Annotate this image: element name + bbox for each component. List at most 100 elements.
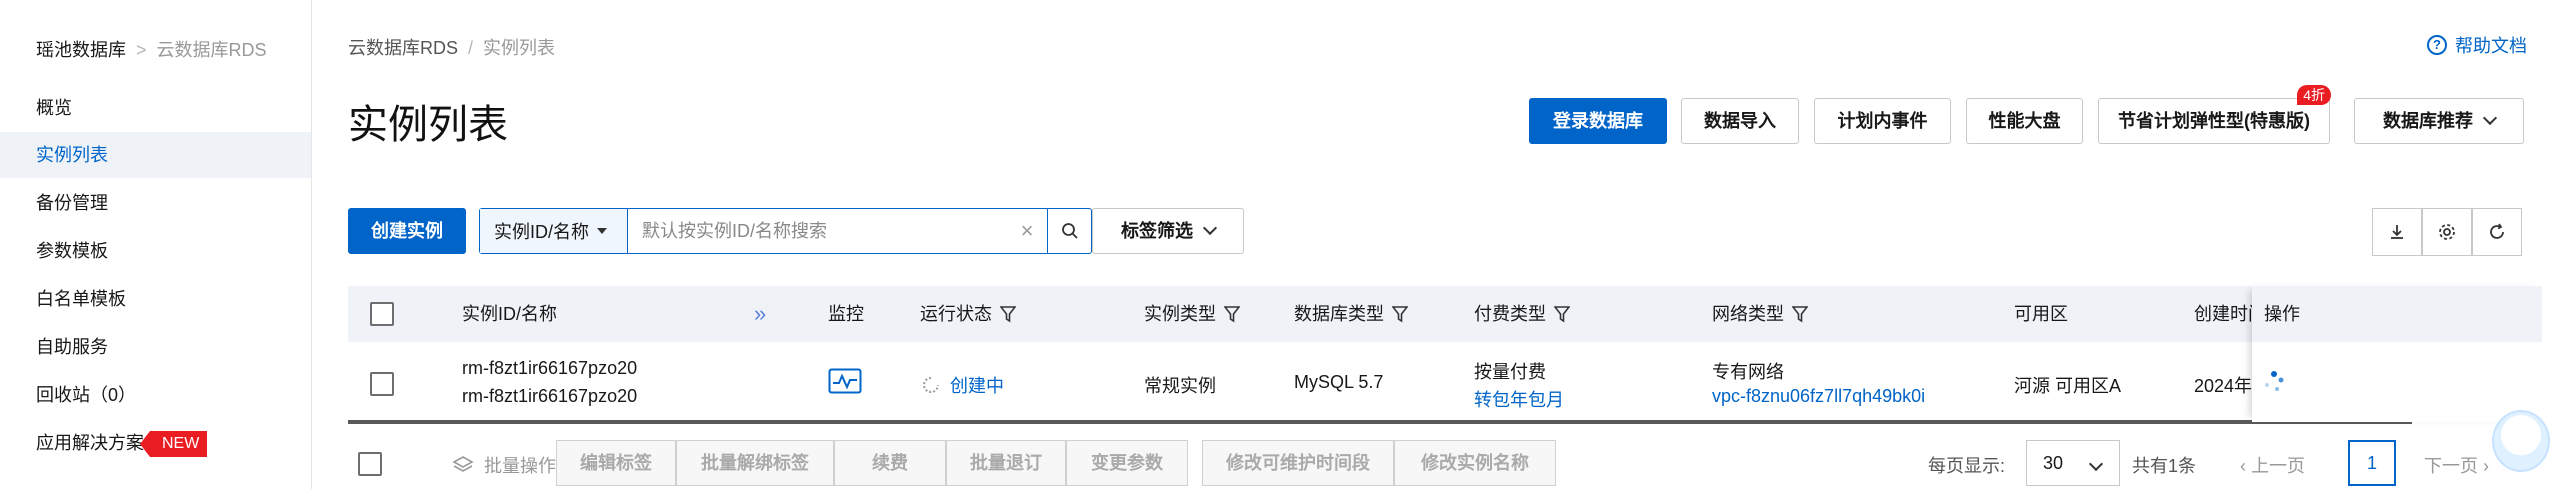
- help-docs-link[interactable]: ? 帮助文档: [2427, 32, 2527, 58]
- batch-operations: 批量操作:: [452, 452, 561, 478]
- assistant-avatar-icon[interactable]: [2492, 410, 2550, 472]
- batch-label: 批量操作:: [484, 456, 562, 476]
- loading-spinner-icon: [923, 377, 939, 393]
- breadcrumb-separator: >: [136, 40, 147, 60]
- layers-icon: [452, 456, 474, 472]
- discount-badge: 4折: [2297, 85, 2331, 105]
- filter-icon: [1554, 306, 1570, 323]
- db-recommend-label: 数据库推荐: [2383, 111, 2473, 131]
- column-network-type[interactable]: 网络类型: [1712, 286, 1808, 342]
- status-text[interactable]: 创建中: [950, 372, 1004, 398]
- column-db-type[interactable]: 数据库类型: [1294, 286, 1408, 342]
- chevron-right-icon: ›: [2478, 456, 2489, 476]
- clear-icon[interactable]: ×: [1007, 209, 1047, 253]
- refresh-button[interactable]: [2472, 208, 2522, 256]
- sidebar-item-param-templates[interactable]: 参数模板: [0, 228, 311, 274]
- operations-column: 操作: [2252, 286, 2542, 422]
- instance-id[interactable]: rm-f8zt1ir66167pzo20: [462, 358, 637, 379]
- savings-plan-button[interactable]: 节省计划弹性型(特惠版) 4折: [2098, 85, 2331, 144]
- column-instance: 实例ID/名称: [462, 304, 558, 324]
- column-db-type-label: 数据库类型: [1294, 304, 1384, 324]
- column-instance-type-label: 实例类型: [1144, 304, 1216, 324]
- instance-type: 常规实例: [1144, 376, 1216, 396]
- sidebar-item-overview[interactable]: 概览: [0, 85, 311, 131]
- page-title: 实例列表: [348, 103, 508, 147]
- select-all-checkbox[interactable]: [370, 302, 394, 326]
- prev-page-button[interactable]: ‹ 上一页: [2240, 452, 2305, 478]
- batch-unbind-tags-button[interactable]: 批量解绑标签: [676, 440, 834, 486]
- sidebar-item-backup[interactable]: 备份管理: [0, 180, 311, 226]
- horizontal-scrollbar[interactable]: [348, 420, 2412, 424]
- settings-button[interactable]: [2422, 208, 2472, 256]
- download-icon: [2391, 225, 2403, 239]
- search-button[interactable]: [1047, 209, 1091, 253]
- row-checkbox[interactable]: [370, 372, 394, 396]
- sidebar: 瑶池数据库 > 云数据库RDS 概览 实例列表 备份管理 参数模板 白名单模板 自助…: [0, 0, 312, 489]
- sidebar-item-whitelist-templates[interactable]: 白名单模板: [0, 276, 311, 322]
- sidebar-item-self-service[interactable]: 自助服务: [0, 324, 311, 370]
- sidebar-item-label: 回收站（0）: [36, 385, 137, 405]
- search-group: 实例ID/名称 ×: [479, 208, 1092, 254]
- page-size-value: 30: [2043, 453, 2064, 473]
- sidebar-item-label: 应用解决方案: [36, 433, 144, 453]
- monitor-icon: [828, 368, 862, 394]
- convert-subscription-link[interactable]: 转包年包月: [1474, 386, 1564, 412]
- tag-filter-dropdown[interactable]: 标签筛选: [1092, 208, 1244, 254]
- edit-tags-button[interactable]: 编辑标签: [556, 440, 676, 486]
- sidebar-item-solutions[interactable]: 应用解决方案 NEW: [0, 420, 311, 466]
- page-size-select[interactable]: 30: [2026, 440, 2120, 486]
- sidebar-breadcrumb-root[interactable]: 瑶池数据库: [36, 40, 126, 60]
- create-instance-button[interactable]: 创建实例: [348, 208, 466, 254]
- filter-icon: [1392, 306, 1408, 323]
- db-type: MySQL 5.7: [1294, 372, 1384, 392]
- chevron-left-icon: ‹: [2240, 456, 2251, 476]
- footer-select-all-checkbox[interactable]: [358, 452, 382, 476]
- new-badge: NEW: [139, 431, 208, 458]
- sidebar-breadcrumb-current: 云数据库RDS: [156, 40, 267, 60]
- column-monitor: 监控: [828, 304, 864, 324]
- login-database-button[interactable]: 登录数据库: [1529, 98, 1667, 144]
- modify-maintenance-window-button[interactable]: 修改可维护时间段: [1202, 440, 1394, 486]
- db-recommend-dropdown[interactable]: 数据库推荐: [2354, 98, 2524, 144]
- created-time: 2024年: [2194, 376, 2253, 396]
- sidebar-item-label: 自助服务: [36, 337, 108, 357]
- sidebar-item-label: 白名单模板: [36, 289, 126, 309]
- batch-refund-button[interactable]: 批量退订: [946, 440, 1066, 486]
- column-instance-type[interactable]: 实例类型: [1144, 286, 1240, 342]
- search-field-select[interactable]: 实例ID/名称: [480, 209, 628, 253]
- chevron-down-icon: [2088, 456, 2104, 472]
- planned-events-button[interactable]: 计划内事件: [1814, 98, 1951, 144]
- data-import-button[interactable]: 数据导入: [1681, 98, 1799, 144]
- sidebar-item-label: 概览: [36, 98, 72, 118]
- column-status[interactable]: 运行状态: [920, 286, 1016, 342]
- vpc-link[interactable]: vpc-f8znu06fz7ll7qh49bk0i: [1712, 386, 1925, 407]
- chevron-down-icon: [2482, 110, 2498, 126]
- filter-icon: [1000, 306, 1016, 323]
- sidebar-item-instance-list[interactable]: 实例列表: [0, 132, 311, 178]
- change-params-button[interactable]: 变更参数: [1066, 440, 1188, 486]
- next-page-button[interactable]: 下一页 ›: [2424, 452, 2489, 478]
- performance-dashboard-button[interactable]: 性能大盘: [1966, 98, 2083, 144]
- breadcrumb-current: 实例列表: [483, 38, 556, 58]
- loading-dots-icon: [2262, 370, 2286, 399]
- refresh-icon: [2490, 223, 2504, 239]
- sidebar-item-recycle-bin[interactable]: 回收站（0）: [0, 372, 311, 418]
- rename-instance-button[interactable]: 修改实例名称: [1394, 440, 1556, 486]
- main-content: 云数据库RDS / 实例列表 ? 帮助文档 实例列表 登录数据库 数据导入 计划内事…: [312, 0, 2553, 489]
- expand-columns-icon[interactable]: »: [754, 286, 766, 342]
- breadcrumb-root[interactable]: 云数据库RDS: [348, 38, 458, 58]
- sidebar-breadcrumb: 瑶池数据库 > 云数据库RDS: [36, 36, 267, 62]
- renew-button[interactable]: 续费: [834, 440, 946, 486]
- column-status-label: 运行状态: [920, 304, 992, 324]
- filter-icon: [1224, 306, 1240, 323]
- gear-icon: [2439, 224, 2455, 240]
- tag-filter-label: 标签筛选: [1121, 221, 1193, 241]
- search-input[interactable]: [628, 209, 1007, 253]
- download-button[interactable]: [2372, 208, 2422, 256]
- page-number-current[interactable]: 1: [2348, 440, 2396, 486]
- help-icon: ?: [2427, 35, 2447, 55]
- monitor-chart-icon[interactable]: [828, 368, 862, 399]
- column-network-type-label: 网络类型: [1712, 304, 1784, 324]
- breadcrumb-separator: /: [468, 38, 474, 58]
- column-pay-type[interactable]: 付费类型: [1474, 286, 1570, 342]
